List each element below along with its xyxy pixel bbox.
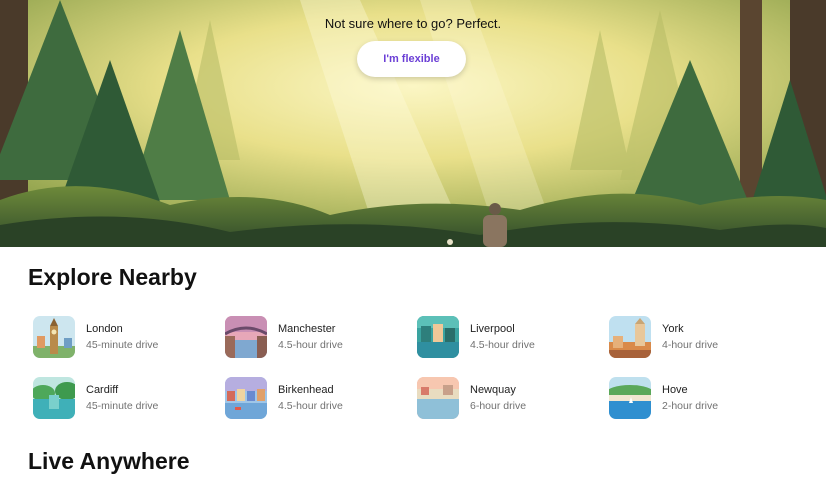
destination-drive-time: 45-minute drive xyxy=(86,339,159,351)
destination-name: Manchester xyxy=(278,323,336,335)
hove-thumbnail xyxy=(609,377,651,419)
destination-grid: London 45-minute drive Manchester 4.5-ho… xyxy=(33,316,793,422)
cardiff-thumbnail xyxy=(33,377,75,419)
destination-name: Hove xyxy=(662,384,688,396)
destination-drive-time: 4.5-hour drive xyxy=(470,339,535,351)
destination-name: London xyxy=(86,323,123,335)
destination-london[interactable]: London 45-minute drive xyxy=(33,316,213,359)
newquay-thumbnail xyxy=(417,377,459,419)
york-thumbnail xyxy=(609,316,651,358)
destination-manchester[interactable]: Manchester 4.5-hour drive xyxy=(225,316,405,359)
im-flexible-button[interactable]: I'm flexible xyxy=(357,41,466,77)
destination-drive-time: 4.5-hour drive xyxy=(278,400,343,412)
destination-liverpool[interactable]: Liverpool 4.5-hour drive xyxy=(417,316,597,359)
destination-drive-time: 2-hour drive xyxy=(662,400,719,412)
destination-name: Liverpool xyxy=(470,323,515,335)
destination-name: Newquay xyxy=(470,384,516,396)
live-anywhere-title: Live Anywhere xyxy=(28,448,190,474)
london-thumbnail xyxy=(33,316,75,358)
destination-drive-time: 45-minute drive xyxy=(86,400,159,412)
destination-name: Cardiff xyxy=(86,384,119,396)
destination-drive-time: 4.5-hour drive xyxy=(278,339,343,351)
destination-newquay[interactable]: Newquay 6-hour drive xyxy=(417,377,597,420)
forest-illustration xyxy=(0,0,826,247)
hero-banner: Not sure where to go? Perfect. I'm flexi… xyxy=(0,0,826,247)
destination-york[interactable]: York 4-hour drive xyxy=(609,316,789,359)
hero-tagline: Not sure where to go? Perfect. xyxy=(324,16,502,31)
destination-name: York xyxy=(662,323,684,335)
explore-nearby-title: Explore Nearby xyxy=(28,264,197,290)
destination-cardiff[interactable]: Cardiff 45-minute drive xyxy=(33,377,213,420)
destination-hove[interactable]: Hove 2-hour drive xyxy=(609,377,789,420)
destination-drive-time: 6-hour drive xyxy=(470,400,527,412)
liverpool-thumbnail xyxy=(417,316,459,358)
birkenhead-thumbnail xyxy=(225,377,267,419)
destination-drive-time: 4-hour drive xyxy=(662,339,719,351)
manchester-thumbnail xyxy=(225,316,267,358)
destination-name: Birkenhead xyxy=(278,384,334,396)
destination-birkenhead[interactable]: Birkenhead 4.5-hour drive xyxy=(225,377,405,420)
